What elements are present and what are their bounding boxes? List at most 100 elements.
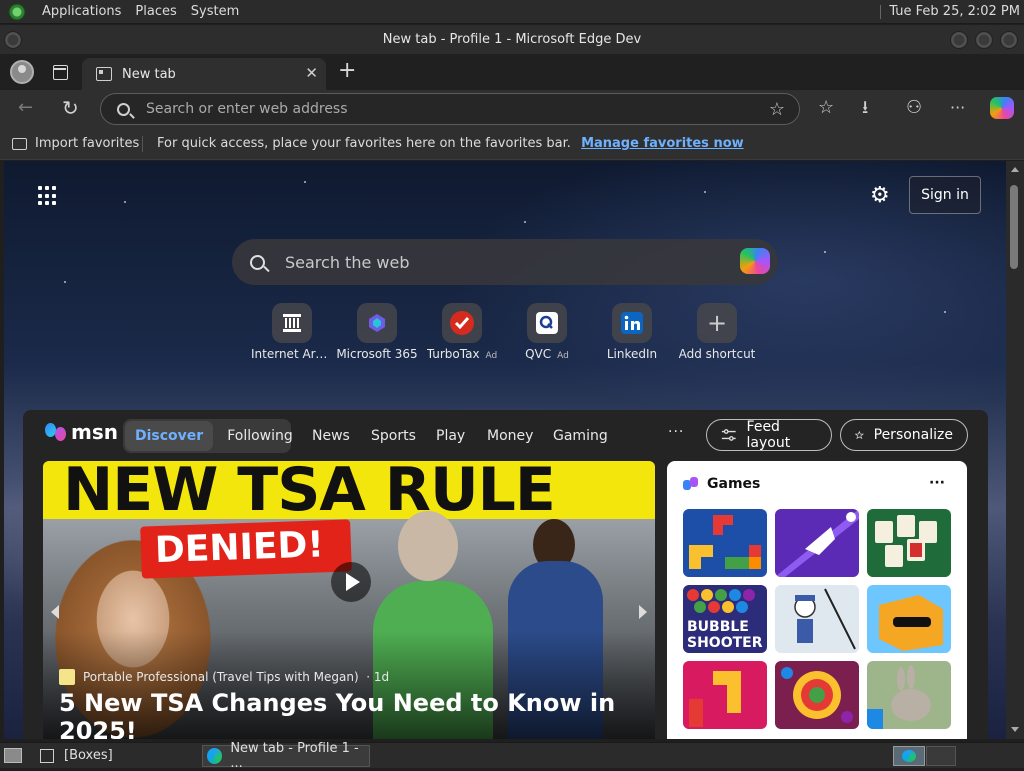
favorites-bar: Import favorites For quick access, place… xyxy=(0,128,1024,160)
shortcut-linkedin[interactable]: LinkedIn xyxy=(588,303,676,361)
window-menu-button[interactable] xyxy=(4,31,22,49)
shortcut-internet-archive[interactable]: Internet Arc... xyxy=(248,303,336,361)
taskbar-boxes-label: [Boxes] xyxy=(64,748,113,763)
shortcut-label: TurboTax xyxy=(426,347,480,361)
feed-nav-money[interactable]: Money xyxy=(487,428,533,444)
bottom-taskbar: [Boxes] New tab - Profile 1 - ... xyxy=(0,741,1024,771)
scrollbar-thumb[interactable] xyxy=(1010,185,1018,269)
play-video-icon[interactable] xyxy=(331,562,371,602)
feed-nav-gaming[interactable]: Gaming xyxy=(553,428,608,444)
clock-separator xyxy=(880,4,882,19)
tab-discover[interactable]: Discover xyxy=(125,421,214,451)
workspace-1[interactable] xyxy=(893,746,925,766)
taskbar-edge-window[interactable]: New tab - Profile 1 - ... xyxy=(202,741,370,771)
edge-icon xyxy=(207,748,223,764)
web-search-box[interactable]: Search the web xyxy=(232,239,778,285)
sliders-icon xyxy=(721,429,736,441)
hero-image-headline: NEW TSA RULE xyxy=(63,461,556,525)
settings-more-icon[interactable]: ··· xyxy=(950,98,965,118)
browser-toolbar: ← ↻ Search or enter web address ☆ ☆ ⭳ ⚇ … xyxy=(0,90,1024,128)
feed-nav-news[interactable]: News xyxy=(312,428,350,444)
maximize-button[interactable] xyxy=(975,31,993,49)
search-icon xyxy=(117,102,130,116)
import-favorites-button[interactable]: Import favorites xyxy=(12,136,139,151)
bg-star xyxy=(524,221,526,223)
tab-new-tab[interactable]: New tab ✕ xyxy=(82,58,326,90)
add-favorite-star-icon[interactable]: ☆ xyxy=(769,99,785,120)
feed-nav-sports[interactable]: Sports xyxy=(371,428,416,444)
carousel-next-icon[interactable] xyxy=(639,605,647,619)
favorites-divider xyxy=(142,136,143,152)
feed-nav-play[interactable]: Play xyxy=(436,428,465,444)
panel-menus: Applications Places System xyxy=(0,2,239,21)
game-tile-paper-io[interactable] xyxy=(775,509,859,577)
msn-logo-text: msn xyxy=(71,420,118,444)
game-tile-jigsaw-bunny[interactable] xyxy=(867,661,951,729)
taskbar-window-label: New tab - Profile 1 - ... xyxy=(230,741,359,771)
game-tile-bubble-shooter[interactable]: BUBBLE SHOOTER xyxy=(683,585,767,653)
bg-star xyxy=(124,201,126,203)
game-tile-thief-puzzle[interactable] xyxy=(775,585,859,653)
hero-denied-badge: DENIED! xyxy=(140,519,352,579)
page-scrollbar[interactable] xyxy=(1006,161,1024,739)
msn-logo[interactable]: msn xyxy=(45,420,118,444)
window-titlebar[interactable]: New tab - Profile 1 - Microsoft Edge Dev xyxy=(0,25,1024,54)
game-tile-mahjong[interactable] xyxy=(867,509,951,577)
show-desktop-icon[interactable] xyxy=(4,748,22,763)
shortcut-turbotax[interactable]: TurboTax Ad xyxy=(418,303,506,361)
gnome-logo-icon[interactable] xyxy=(8,2,26,21)
tab-following[interactable]: Following xyxy=(213,428,293,444)
extensions-icon[interactable]: ⚇ xyxy=(906,98,922,118)
shortcut-microsoft-365[interactable]: Microsoft 365 xyxy=(333,303,421,361)
scroll-down-icon[interactable] xyxy=(1011,727,1019,732)
minimize-button[interactable] xyxy=(950,31,968,49)
page-settings-gear-icon[interactable]: ⚙ xyxy=(870,183,890,208)
window-title: New tab - Profile 1 - Microsoft Edge Dev xyxy=(382,32,642,47)
refresh-icon[interactable]: ↻ xyxy=(62,98,79,118)
personalize-button[interactable]: Personalize xyxy=(840,419,968,451)
scroll-up-icon[interactable] xyxy=(1011,167,1019,172)
hero-source: Portable Professional (Travel Tips with … xyxy=(59,669,389,685)
shortcut-qvc[interactable]: QVC Ad xyxy=(503,303,591,361)
feed-layout-button[interactable]: Feed layout xyxy=(706,419,832,451)
downloads-icon[interactable]: ⭳ xyxy=(862,98,868,118)
publisher-icon xyxy=(59,669,75,685)
menu-applications[interactable]: Applications xyxy=(42,4,121,19)
new-tab-button[interactable]: + xyxy=(338,60,356,82)
manage-favorites-link[interactable]: Manage favorites now xyxy=(581,136,744,151)
back-icon[interactable]: ← xyxy=(18,98,33,118)
taskbar-boxes[interactable]: [Boxes] xyxy=(40,748,113,763)
games-card: Games ··· BUBBLE SHOOTER xyxy=(667,461,967,739)
profile-avatar-icon[interactable] xyxy=(10,60,34,84)
clock[interactable]: Tue Feb 25, 2:02 PM xyxy=(880,4,1020,19)
workspace-2[interactable] xyxy=(926,746,956,766)
carousel-prev-icon[interactable] xyxy=(51,605,59,619)
game-tile-block-puzzle[interactable] xyxy=(683,509,767,577)
game-tile-block-blast[interactable] xyxy=(683,661,767,729)
hero-news-card[interactable]: NEW TSA RULE DENIED! Portable Profession… xyxy=(43,461,655,739)
microsoft-365-icon xyxy=(357,303,397,343)
boxes-icon xyxy=(40,748,54,763)
sign-in-button[interactable]: Sign in xyxy=(909,176,981,214)
top-panel: Applications Places System Tue Feb 25, 2… xyxy=(0,0,1024,24)
tab-actions-icon[interactable] xyxy=(50,62,70,82)
games-more-icon[interactable]: ··· xyxy=(929,475,945,491)
favorites-icon[interactable]: ☆ xyxy=(818,98,834,118)
menu-system[interactable]: System xyxy=(191,4,239,19)
bg-star xyxy=(64,281,66,283)
tab-strip: New tab ✕ + xyxy=(0,54,1024,90)
apps-launcher-icon[interactable] xyxy=(38,186,58,206)
game-tile-cool-cube[interactable] xyxy=(867,585,951,653)
bg-star xyxy=(304,181,306,183)
game-tile-gem-match[interactable] xyxy=(775,661,859,729)
add-shortcut-button[interactable]: + Add shortcut xyxy=(673,303,761,361)
feed-more-icon[interactable]: ··· xyxy=(668,424,684,440)
copilot-icon[interactable] xyxy=(990,97,1014,119)
close-tab-icon[interactable]: ✕ xyxy=(305,64,318,82)
close-window-button[interactable] xyxy=(1000,31,1018,49)
search-copilot-icon[interactable] xyxy=(740,248,770,274)
hero-title[interactable]: 5 New TSA Changes You Need to Know in 20… xyxy=(59,689,655,739)
address-bar[interactable]: Search or enter web address ☆ xyxy=(100,93,800,125)
menu-places[interactable]: Places xyxy=(135,4,176,19)
bg-star xyxy=(824,251,826,253)
